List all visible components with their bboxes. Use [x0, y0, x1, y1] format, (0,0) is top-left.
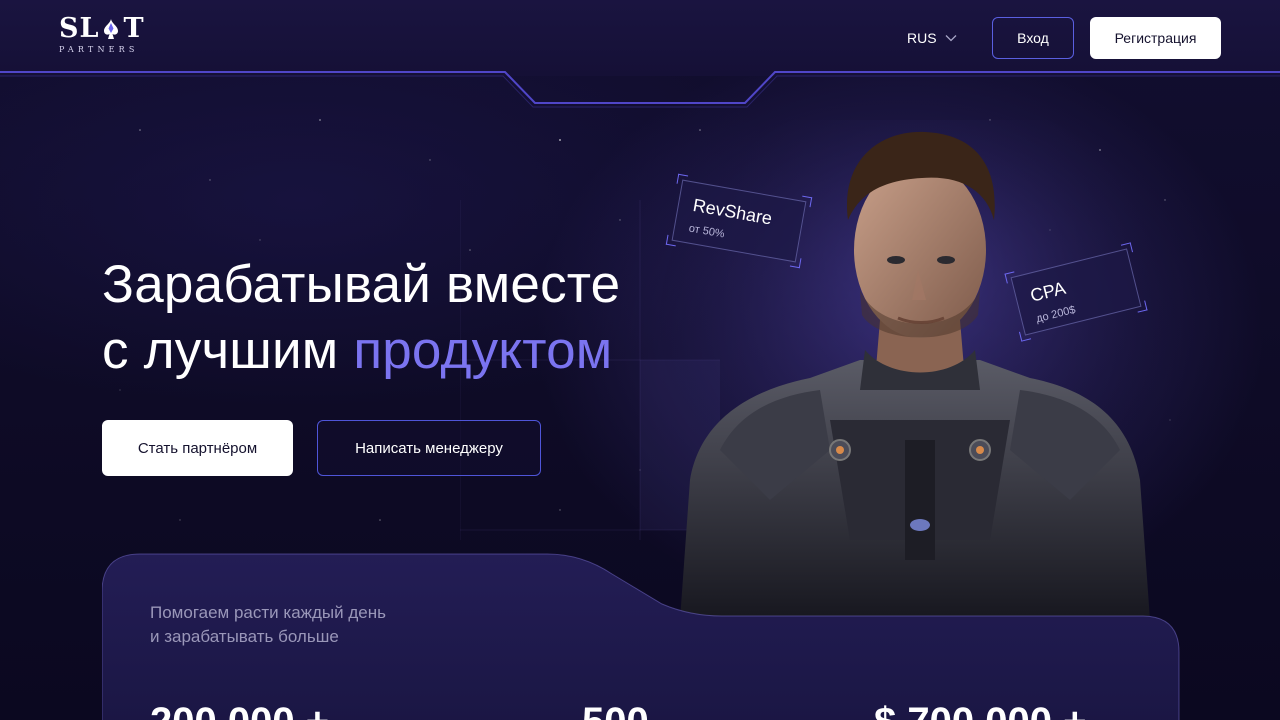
- contact-manager-button[interactable]: Написать менеджеру: [317, 420, 541, 476]
- logo-text-right: T: [123, 13, 145, 44]
- stat-value: 200 000 +: [150, 700, 329, 720]
- stats-row: 200 000 + 500 $ 700 000 +: [150, 700, 1150, 720]
- logo-text-left: SL: [59, 13, 100, 44]
- hero-title: Зарабатывай вместе с лучшим продуктом: [102, 252, 620, 384]
- logo-wordmark: SL T: [59, 14, 149, 44]
- login-button[interactable]: Вход: [992, 17, 1074, 59]
- site-header: SL T PARTNERS RUS Вход Регистрация: [0, 0, 1280, 76]
- cpa-tag-title: CPA: [1028, 277, 1068, 306]
- hero-title-line2: с лучшим: [102, 321, 354, 380]
- revshare-tag-subtitle: от 50%: [687, 222, 726, 241]
- language-selector[interactable]: RUS: [907, 28, 957, 48]
- register-button[interactable]: Регистрация: [1090, 17, 1221, 59]
- hero-title-line1: Зарабатывай вместе: [102, 255, 621, 314]
- chevron-down-icon: [945, 35, 957, 42]
- spade-icon: [104, 19, 119, 39]
- stats-panel-text-line1: Помогаем расти каждый день: [150, 603, 386, 622]
- language-label: RUS: [907, 30, 937, 46]
- hero-title-accent: продуктом: [353, 321, 613, 380]
- become-partner-button[interactable]: Стать партнёром: [102, 420, 293, 476]
- stat-value: $ 700 000 +: [874, 700, 1086, 720]
- logo-subtitle: PARTNERS: [59, 45, 139, 54]
- stats-panel-text: Помогаем расти каждый день и зарабатыват…: [150, 601, 386, 649]
- cpa-tag-subtitle: до 200$: [1034, 303, 1077, 326]
- logo[interactable]: SL T PARTNERS: [59, 14, 149, 58]
- stats-panel-text-line2: и зарабатывать больше: [150, 627, 339, 646]
- stat-value: 500: [582, 700, 649, 720]
